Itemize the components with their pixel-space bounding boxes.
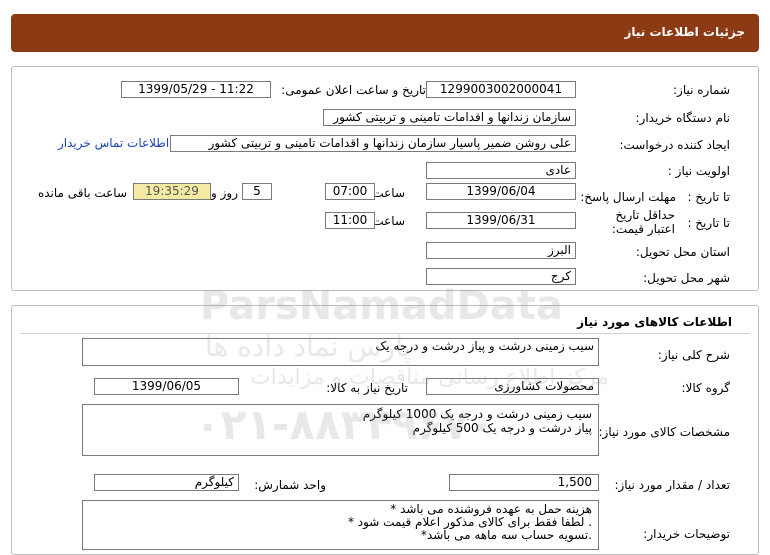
buyer-contact-link[interactable]: اطلاعات تماس خریدار	[58, 136, 169, 150]
unit-field: کیلوگرم	[94, 474, 239, 491]
creator-field: علی روشن ضمیر پاسیار سازمان زندانها و اق…	[170, 135, 576, 152]
deadline-label: مهلت ارسال پاسخ:	[580, 190, 676, 204]
announce-field: 1399/05/29 - 11:22	[121, 81, 271, 98]
city-label: شهر محل تحویل:	[643, 271, 730, 285]
goods-title-divider	[20, 333, 750, 334]
validity-label: حداقل تاریخ اعتبار قیمت:	[595, 208, 675, 236]
province-field: البرز	[426, 242, 576, 259]
page-title: جزئیات اطلاعات نیاز	[624, 25, 745, 39]
summary-text: سیب زمینی درشت و پیاز درشت و درجه یک	[375, 339, 594, 353]
spec-line-2: پیاز درشت و درجه یک 500 کیلوگرم	[412, 421, 592, 435]
remaining-label: ساعت باقی مانده	[37, 186, 127, 200]
need-date-field: 1399/06/05	[94, 378, 239, 395]
summary-field: سیب زمینی درشت و پیاز درشت و درجه یک	[82, 338, 599, 366]
creator-label: ایجاد کننده درخواست:	[619, 138, 730, 152]
summary-label: شرح کلی نیاز:	[657, 348, 730, 362]
days-label: روز و	[211, 186, 238, 200]
need-number-label: شماره نیاز:	[673, 83, 730, 97]
deadline-date-field: 1399/06/04	[426, 183, 576, 200]
spec-label: مشخصات کالای مورد نیاز:	[598, 425, 730, 439]
need-date-label: تاریخ نیاز به کالا:	[326, 381, 408, 395]
buyer-field: سازمان زندانها و اقدامات تامینی و تربیتی…	[323, 109, 576, 126]
validity-label-text: حداقل تاریخ اعتبار قیمت:	[611, 208, 675, 236]
need-number-field: 1299003002000041	[426, 81, 576, 98]
city-field: کرج	[426, 268, 576, 285]
notes-line-3: .تسویه حساب سه ماهه می باشد*	[420, 528, 592, 542]
priority-field: عادی	[426, 162, 576, 179]
page-header: جزئیات اطلاعات نیاز	[11, 14, 759, 52]
deadline-until-label: تا تاریخ :	[687, 190, 730, 204]
goods-section-title: اطلاعات کالاهای مورد نیاز	[577, 315, 732, 329]
spec-field: سیب زمینی درشت و درجه یک 1000 کیلوگرم پی…	[82, 404, 599, 456]
validity-date-field: 1399/06/31	[426, 212, 576, 229]
deadline-time-field: 07:00	[325, 183, 375, 200]
qty-field: 1,500	[449, 474, 599, 491]
spec-line-1: سیب زمینی درشت و درجه یک 1000 کیلوگرم	[362, 407, 592, 421]
group-label: گروه کالا:	[681, 381, 731, 395]
province-label: استان محل تحویل:	[635, 245, 730, 259]
group-field: محصولات کشاورزی	[426, 378, 599, 395]
announce-label: تاریخ و ساعت اعلان عمومی:	[281, 83, 426, 97]
qty-label: تعداد / مقدار مورد نیاز:	[614, 478, 730, 492]
notes-label: توضیحات خریدار:	[643, 527, 730, 541]
unit-label: واحد شمارش:	[254, 478, 326, 492]
priority-label: اولویت نیاز :	[667, 164, 730, 178]
validity-hour-label: ساعت	[372, 214, 405, 228]
deadline-hour-label: ساعت	[372, 186, 405, 200]
days-field: 5	[242, 183, 272, 200]
buyer-label: نام دستگاه خریدار:	[635, 111, 731, 125]
validity-time-field: 11:00	[325, 212, 375, 229]
validity-until-label: تا تاریخ :	[687, 216, 730, 230]
notes-field: هزینه حمل به عهده فروشنده می باشد * . لط…	[82, 500, 599, 550]
remaining-time-field: 19:35:29	[133, 183, 211, 200]
